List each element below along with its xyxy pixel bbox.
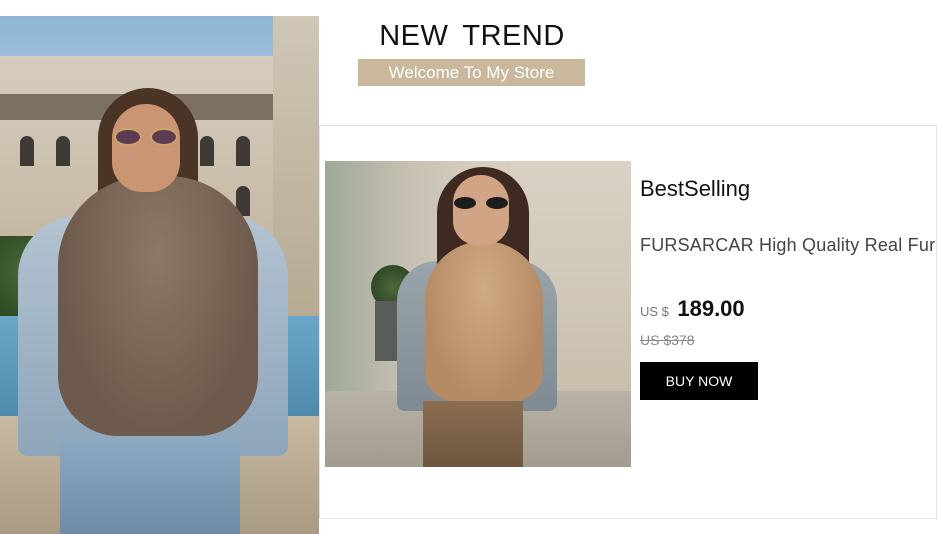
pants — [423, 401, 523, 467]
sunglasses-icon — [114, 128, 180, 146]
product-name[interactable]: FURSARCAR High Quality Real Fur — [640, 235, 937, 256]
fur-collar — [58, 176, 258, 436]
hero-photo — [0, 16, 319, 534]
currency-label: US $ — [640, 304, 669, 319]
product-image[interactable] — [325, 161, 631, 467]
welcome-banner: Welcome To My Store — [358, 59, 585, 86]
price-value: 189.00 — [677, 296, 745, 321]
original-price: US $378 — [640, 332, 695, 348]
sunglasses-icon — [454, 197, 508, 209]
buy-now-button[interactable]: BUY NOW — [640, 362, 758, 400]
fur-collar — [425, 241, 543, 401]
jeans — [60, 436, 240, 534]
page-title: NEW TREND — [379, 20, 565, 52]
model-face — [453, 175, 509, 245]
bestselling-label: BestSelling — [640, 176, 751, 201]
model-face — [112, 104, 180, 192]
product-price: US $ 189.00 — [640, 296, 745, 322]
